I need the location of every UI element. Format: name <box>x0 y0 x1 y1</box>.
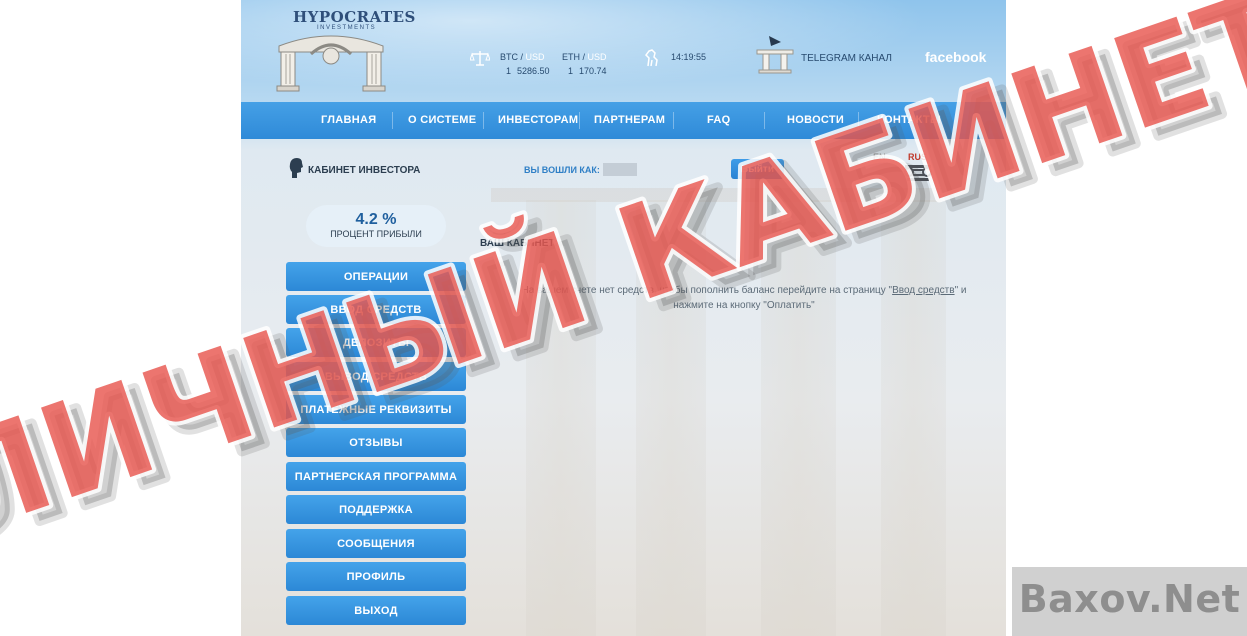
telegram-link[interactable]: TELEGRAM КАНАЛ <box>801 53 892 64</box>
nav-divider <box>392 112 393 129</box>
logout-button[interactable]: Выйти <box>731 159 784 179</box>
investor-head-icon <box>289 158 303 178</box>
site-logo[interactable]: HYPOCRATES INVESTMENTS <box>271 4 415 92</box>
eth-currency: USD <box>587 52 607 62</box>
menu-deposit-funds[interactable]: ВВОД СРЕДСТВ <box>286 295 466 324</box>
nav-contacts[interactable]: КОНТАКТЫ <box>877 114 941 126</box>
cabinet-title: КАБИНЕТ ИНВЕСТОРА <box>308 165 421 176</box>
nav-divider <box>483 112 484 129</box>
profit-label: ПРОЦЕНТ ПРИБЫЛИ <box>330 229 422 239</box>
profit-badge: 4.2 % ПРОЦЕНТ ПРИБЫЛИ <box>306 205 446 247</box>
temple-column <box>881 200 946 636</box>
menu-exit[interactable]: ВЫХОД <box>286 596 466 625</box>
btc-amount: 1 <box>506 66 512 76</box>
menu-profile[interactable]: ПРОФИЛЬ <box>286 562 466 591</box>
telegram-column-icon[interactable] <box>755 34 795 74</box>
website: HYPOCRATES INVESTMENTS BTC / USD 1 5286.… <box>241 0 1006 636</box>
menu-support[interactable]: ПОДДЕРЖКА <box>286 495 466 524</box>
empty-balance-notice: На вашем счете нет средств, чтобы пополн… <box>509 283 979 313</box>
nav-divider <box>673 112 674 129</box>
menu-operations[interactable]: ОПЕРАЦИИ <box>286 262 466 291</box>
nav-news[interactable]: НОВОСТИ <box>787 114 844 126</box>
logged-in-label: ВЫ ВОШЛИ КАК: <box>524 165 600 175</box>
btc-rate: BTC / USD 1 5286.50 <box>500 52 550 76</box>
menu-messages[interactable]: СООБЩЕНИЯ <box>286 529 466 558</box>
server-time: 14:19:55 <box>671 52 707 62</box>
menu-affiliate[interactable]: ПАРТНЕРСКАЯ ПРОГРАММА <box>286 462 466 491</box>
nav-faq[interactable]: FAQ <box>707 114 731 126</box>
menu-payment-details[interactable]: ПЛАТЕЖНЫЕ РЕКВИЗИТЫ <box>286 395 466 424</box>
nav-partners[interactable]: ПАРТНЕРАМ <box>594 114 665 126</box>
notice-text: На вашем счете нет средств, чтобы пополн… <box>521 285 893 296</box>
username-redacted <box>603 163 637 176</box>
nav-investors[interactable]: ИНВЕСТОРАМ <box>498 114 578 126</box>
scales-icon <box>470 51 490 66</box>
logo-text: HYPOCRATES <box>293 8 416 26</box>
eth-label: ETH <box>562 52 580 62</box>
main-nav: ГЛАВНАЯ О СИСТЕМЕ ИНВЕСТОРАМ ПАРТНЕРАМ F… <box>241 102 1006 139</box>
temple-column <box>526 200 596 636</box>
menu-withdraw[interactable]: ВЫВОД СРЕДСТВ <box>286 362 466 391</box>
watermark-text: Baxov.Net <box>1018 577 1241 621</box>
nav-divider <box>764 112 765 129</box>
eth-value: 170.74 <box>579 66 607 76</box>
profit-value: 4.2 % <box>355 211 397 228</box>
menu-reviews[interactable]: ОТЗЫВЫ <box>286 428 466 457</box>
eth-rate: ETH / USD 1 170.74 <box>562 52 607 76</box>
nav-about[interactable]: О СИСТЕМЕ <box>408 114 476 126</box>
nav-divider <box>858 112 859 129</box>
nav-divider <box>579 112 580 129</box>
facebook-link[interactable]: facebook <box>925 49 986 65</box>
lang-ru[interactable]: RUS <box>908 152 927 162</box>
eth-amount: 1 <box>568 66 574 76</box>
btc-currency: USD <box>525 52 545 62</box>
lang-en[interactable]: EN <box>873 152 886 162</box>
btc-value: 5286.50 <box>517 66 550 76</box>
nav-home[interactable]: ГЛАВНАЯ <box>321 114 376 126</box>
logo-tagline: INVESTMENTS <box>317 25 377 31</box>
columns-logo-icon <box>276 35 386 92</box>
screenshot: HYPOCRATES INVESTMENTS BTC / USD 1 5286.… <box>0 0 1247 636</box>
temple-column <box>636 200 706 636</box>
btc-label: BTC <box>500 52 518 62</box>
deposit-funds-link[interactable]: Ввод средств <box>892 285 954 296</box>
temple-column <box>761 200 836 636</box>
cabinet-heading: ВАШ КАБИНЕТ: <box>480 238 558 249</box>
menu-deposits[interactable]: ДЕПОЗИТЫ <box>286 328 466 357</box>
column-capital-icon <box>904 165 932 181</box>
horse-icon <box>645 49 658 67</box>
